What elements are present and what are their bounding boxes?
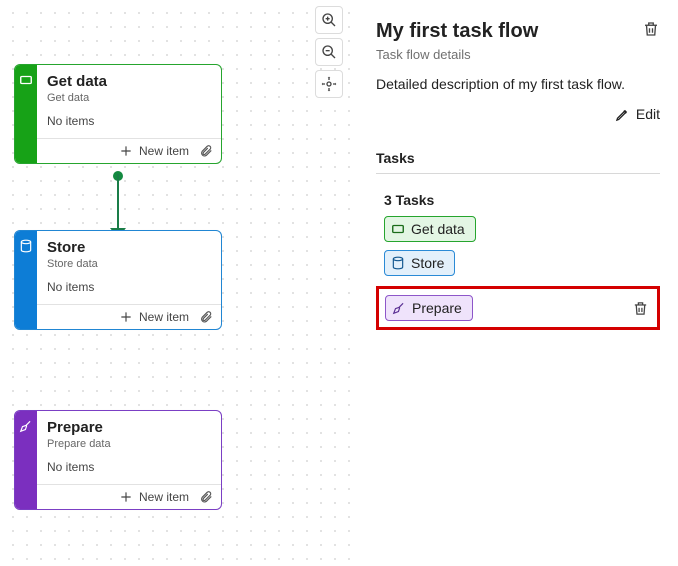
paperclip-icon <box>199 144 213 158</box>
node-empty-text: No items <box>47 460 211 474</box>
zoom-in-icon <box>321 12 337 28</box>
node-prepare[interactable]: Prepare Prepare data No items New item <box>14 410 222 510</box>
node-empty-text: No items <box>47 280 211 294</box>
scroll-icon <box>391 222 405 236</box>
edit-button[interactable]: Edit <box>615 106 660 122</box>
task-chip-label: Store <box>411 255 444 271</box>
task-chip-get-data[interactable]: Get data <box>384 216 476 242</box>
edit-label: Edit <box>636 106 660 122</box>
panel-title: My first task flow <box>376 20 538 43</box>
node-subtitle: Store data <box>47 258 211 270</box>
attach-button[interactable] <box>199 490 213 504</box>
node-stripe <box>15 65 37 163</box>
node-store[interactable]: Store Store data No items New item <box>14 230 222 330</box>
plus-icon <box>119 490 133 504</box>
tasks-heading: Tasks <box>376 150 660 174</box>
selected-task-row: Prepare <box>376 286 660 330</box>
paperclip-icon <box>199 490 213 504</box>
zoom-out-icon <box>321 44 337 60</box>
delete-flow-button[interactable] <box>642 20 660 38</box>
plus-icon <box>119 144 133 158</box>
node-title: Store <box>47 239 211 256</box>
node-title: Prepare <box>47 419 211 436</box>
new-item-button[interactable]: New item <box>119 144 189 158</box>
plus-icon <box>119 310 133 324</box>
task-chip-store[interactable]: Store <box>384 250 455 276</box>
connector-line <box>117 174 119 232</box>
new-item-label: New item <box>139 310 189 324</box>
task-chip-prepare[interactable]: Prepare <box>385 295 473 321</box>
paperclip-icon <box>199 310 213 324</box>
tasks-count: 3 Tasks <box>376 192 660 208</box>
attach-button[interactable] <box>199 144 213 158</box>
new-item-button[interactable]: New item <box>119 310 189 324</box>
database-icon <box>391 256 405 270</box>
attach-button[interactable] <box>199 310 213 324</box>
new-item-button[interactable]: New item <box>119 490 189 504</box>
broom-icon <box>392 301 406 315</box>
new-item-label: New item <box>139 144 189 158</box>
scroll-icon <box>19 73 33 87</box>
flow-canvas[interactable]: Get data Get data No items New item <box>0 0 355 566</box>
zoom-toolbar <box>315 6 343 98</box>
new-item-label: New item <box>139 490 189 504</box>
broom-icon <box>19 419 33 433</box>
delete-task-button[interactable] <box>632 300 649 317</box>
node-stripe <box>15 411 37 509</box>
task-chip-label: Prepare <box>412 300 462 316</box>
fit-view-button[interactable] <box>315 70 343 98</box>
node-title: Get data <box>47 73 211 90</box>
details-panel: My first task flow Task flow details Det… <box>370 0 678 566</box>
move-icon <box>321 76 337 92</box>
pencil-icon <box>615 107 630 122</box>
zoom-in-button[interactable] <box>315 6 343 34</box>
zoom-out-button[interactable] <box>315 38 343 66</box>
task-chip-label: Get data <box>411 221 465 237</box>
trash-icon <box>642 20 660 38</box>
panel-description: Detailed description of my first task fl… <box>376 76 660 92</box>
database-icon <box>19 239 33 253</box>
node-subtitle: Get data <box>47 92 211 104</box>
node-empty-text: No items <box>47 114 211 128</box>
node-get-data[interactable]: Get data Get data No items New item <box>14 64 222 164</box>
trash-icon <box>632 300 649 317</box>
node-subtitle: Prepare data <box>47 438 211 450</box>
node-stripe <box>15 231 37 329</box>
panel-subtitle: Task flow details <box>376 47 538 62</box>
